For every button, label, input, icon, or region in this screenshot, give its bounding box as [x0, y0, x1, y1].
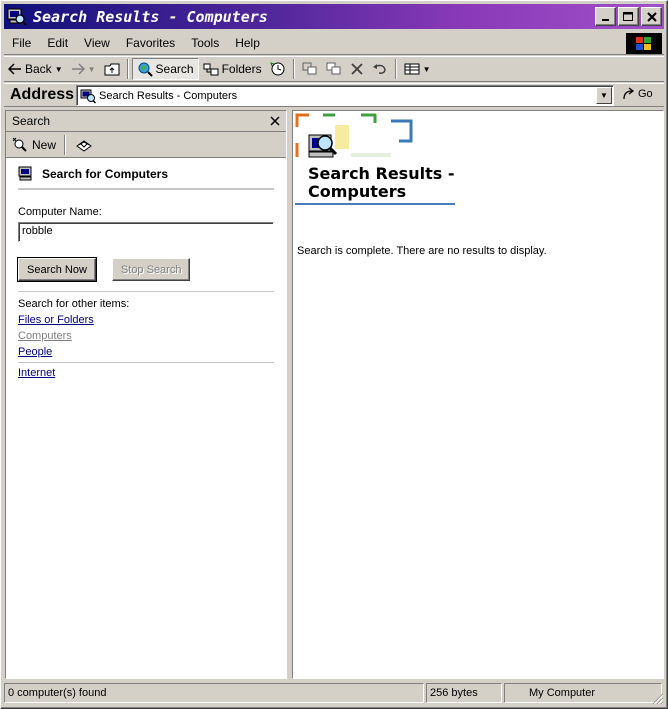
- other-items-label: Search for other items:: [18, 298, 130, 310]
- new-search-label: New: [32, 137, 57, 152]
- menu-favorites[interactable]: Favorites: [118, 36, 183, 50]
- stop-search-button[interactable]: Stop Search: [111, 258, 191, 281]
- undo-button[interactable]: [368, 58, 392, 80]
- results-title: Search Results - Computers: [308, 165, 454, 201]
- results-title-line1: Search Results -: [308, 164, 455, 183]
- search-globe-icon: [138, 62, 153, 77]
- results-message: Search is complete. There are no results…: [297, 245, 547, 257]
- menu-bar: File Edit View Favorites Tools Help: [4, 32, 664, 55]
- search-options-button[interactable]: [75, 137, 93, 153]
- history-button[interactable]: [266, 58, 290, 80]
- views-button[interactable]: ▼: [400, 58, 435, 80]
- history-clock-icon: [269, 62, 285, 76]
- maximize-icon: [623, 11, 633, 21]
- back-label: Back: [25, 62, 52, 76]
- menu-view[interactable]: View: [76, 36, 118, 50]
- new-search-icon: [12, 137, 27, 152]
- status-bar: 0 computer(s) found 256 bytes My Compute…: [4, 683, 664, 705]
- copy-to-button[interactable]: [322, 58, 346, 80]
- back-button[interactable]: Back ▼: [4, 58, 67, 80]
- search-computer-icon: [80, 89, 96, 104]
- copy-to-icon: [326, 62, 341, 75]
- divider: [18, 362, 274, 363]
- minimize-button[interactable]: [595, 7, 616, 26]
- explorer-window: Search Results - Computers File Edit Vie…: [0, 0, 668, 709]
- address-label: Address: [10, 86, 75, 103]
- folders-label: Folders: [221, 62, 262, 76]
- address-bar: Address Search Results - Computers ▼ Go: [4, 83, 664, 107]
- search-now-button[interactable]: Search Now: [17, 257, 97, 282]
- address-input[interactable]: Search Results - Computers ▼: [76, 85, 614, 106]
- search-heading: Search for Computers: [18, 166, 274, 190]
- search-pane-header: Search: [6, 111, 286, 132]
- computer-name-input[interactable]: robble: [18, 222, 274, 242]
- move-to-icon: [302, 62, 317, 75]
- toolbar-separator: [126, 59, 129, 79]
- search-label: Search: [155, 62, 194, 76]
- search-computer-icon: [7, 8, 27, 26]
- minimize-icon: [601, 18, 609, 21]
- toolbar-separator: [394, 59, 397, 79]
- computer-name-label: Computer Name:: [18, 206, 102, 218]
- back-arrow-icon: [8, 63, 21, 75]
- delete-button[interactable]: [346, 58, 368, 80]
- back-dropdown-icon[interactable]: ▼: [55, 65, 63, 74]
- go-arrow-icon: [623, 87, 635, 100]
- folders-button[interactable]: Folders: [199, 58, 266, 80]
- search-pane-title: Search: [12, 114, 51, 128]
- search-pane: Search New Search for Computers Computer…: [5, 110, 287, 679]
- status-zone: My Computer: [504, 683, 662, 703]
- computers-link[interactable]: Computers: [18, 330, 274, 342]
- up-folder-icon: [104, 63, 120, 76]
- search-results-graphic-icon: [295, 113, 415, 163]
- address-dropdown-button[interactable]: ▼: [596, 87, 612, 104]
- close-pane-icon[interactable]: [270, 116, 280, 126]
- menu-help[interactable]: Help: [227, 36, 268, 50]
- internet-link[interactable]: Internet: [18, 367, 274, 379]
- divider: [18, 291, 274, 292]
- up-folder-button[interactable]: [100, 58, 124, 80]
- search-options-icon: [76, 139, 92, 152]
- results-pane: Search Results - Computers Search is com…: [292, 110, 664, 679]
- search-pane-toolbar: New: [6, 132, 286, 158]
- maximize-button[interactable]: [618, 7, 639, 26]
- toolbar-separator: [292, 59, 295, 79]
- status-size: 256 bytes: [426, 683, 502, 703]
- menu-file[interactable]: File: [4, 36, 39, 50]
- windows-logo-icon: [626, 33, 662, 54]
- search-heading-text: Search for Computers: [42, 167, 169, 181]
- menu-edit[interactable]: Edit: [39, 36, 76, 50]
- go-button[interactable]: Go: [622, 87, 653, 101]
- forward-dropdown-icon[interactable]: ▼: [88, 65, 96, 74]
- forward-button[interactable]: ▼: [67, 58, 100, 80]
- search-button[interactable]: Search: [131, 58, 199, 80]
- views-icon: [404, 63, 420, 75]
- close-icon: [646, 11, 657, 22]
- status-count: 0 computer(s) found: [4, 683, 424, 703]
- window-title: Search Results - Computers: [33, 7, 268, 26]
- undo-icon: [372, 64, 386, 74]
- computer-icon: [18, 166, 32, 181]
- people-link[interactable]: People: [18, 346, 274, 358]
- menu-tools[interactable]: Tools: [183, 36, 227, 50]
- views-dropdown-icon[interactable]: ▼: [423, 65, 431, 74]
- results-title-line2: Computers: [308, 182, 407, 201]
- title-underline: [295, 203, 455, 205]
- new-search-button[interactable]: New: [12, 137, 56, 153]
- title-bar[interactable]: Search Results - Computers: [4, 4, 664, 29]
- folders-icon: [203, 63, 219, 76]
- forward-arrow-icon: [71, 63, 85, 75]
- go-label: Go: [638, 88, 653, 100]
- standard-toolbar: Back ▼ ▼ Search Folders ▼: [4, 56, 664, 82]
- files-folders-link[interactable]: Files or Folders: [18, 314, 274, 326]
- close-button[interactable]: [641, 7, 662, 26]
- toolbar-separator: [64, 134, 67, 155]
- address-value: Search Results - Computers: [99, 89, 238, 102]
- resize-grip-icon[interactable]: [652, 693, 664, 705]
- delete-icon: [350, 63, 363, 75]
- move-to-button[interactable]: [298, 58, 322, 80]
